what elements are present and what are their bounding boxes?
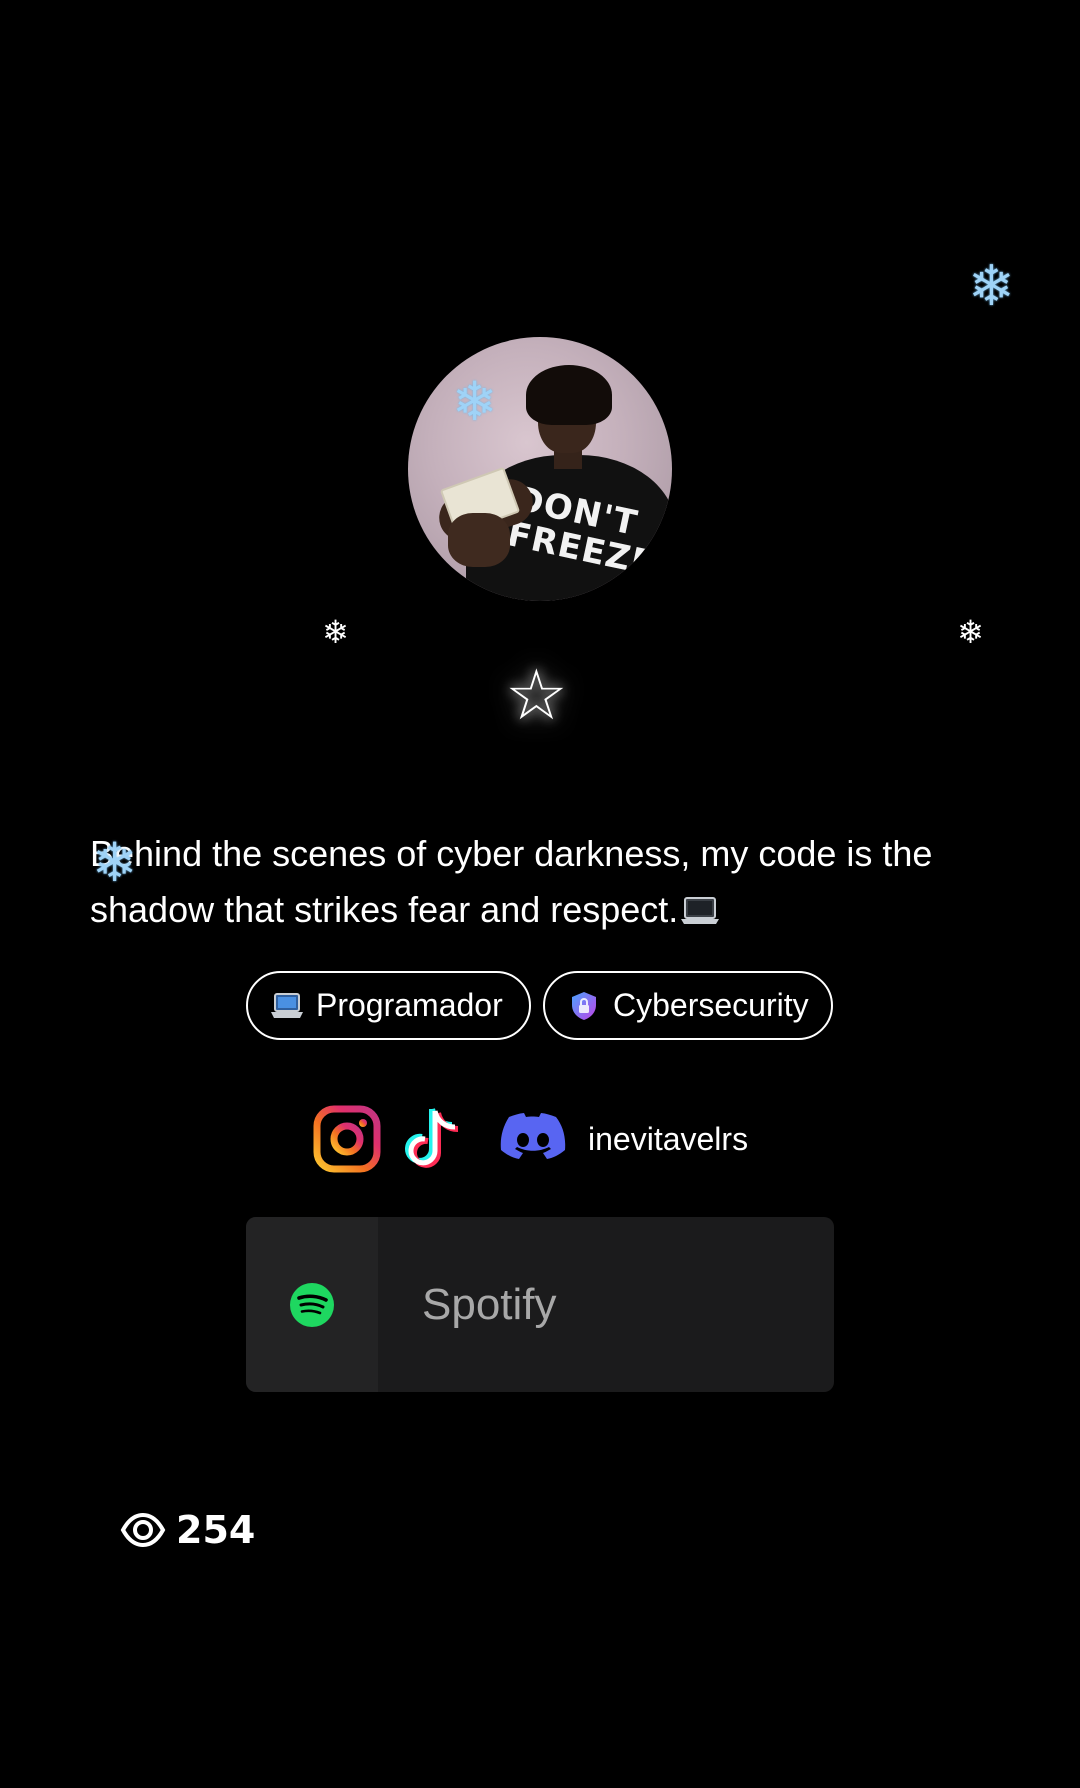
snowflake-icon: ❄ (452, 372, 498, 432)
tag-programador[interactable]: Programador (246, 971, 531, 1040)
view-counter: 254 (120, 1508, 255, 1552)
view-count: 254 (176, 1508, 256, 1552)
spotify-card[interactable]: Spotify (246, 1217, 834, 1392)
tag-list: Programador Cybersecurity (246, 971, 833, 1040)
tiktok-icon[interactable] (400, 1104, 464, 1174)
tag-label: Programador (316, 987, 503, 1023)
eye-icon (120, 1512, 166, 1548)
avatar: DON'T FREEZE (408, 337, 672, 601)
snowflake-icon: ❄ (92, 833, 138, 893)
star-icon: ☆ (505, 654, 568, 736)
spotify-label: Spotify (422, 1279, 557, 1329)
social-links: inevitavelrs (312, 1104, 748, 1174)
spotify-icon-panel (246, 1217, 378, 1392)
spotify-icon (290, 1282, 334, 1327)
shield-lock-icon (567, 991, 601, 1021)
snowflake-icon: ❄ (968, 254, 1015, 317)
snowflake-icon: ❄ (322, 614, 349, 650)
bio-text: Behind the scenes of cyber darkness, my … (90, 826, 1010, 938)
discord-icon[interactable] (498, 1111, 568, 1167)
laptop-icon (681, 897, 720, 924)
instagram-icon[interactable] (312, 1104, 382, 1174)
laptop-icon (270, 991, 304, 1021)
tag-label: Cybersecurity (613, 987, 809, 1023)
bio-text-content: Behind the scenes of cyber darkness, my … (90, 833, 933, 930)
discord-username[interactable]: inevitavelrs (588, 1121, 748, 1158)
snowflake-icon: ❄ (957, 614, 984, 650)
tag-cybersecurity[interactable]: Cybersecurity (543, 971, 833, 1040)
